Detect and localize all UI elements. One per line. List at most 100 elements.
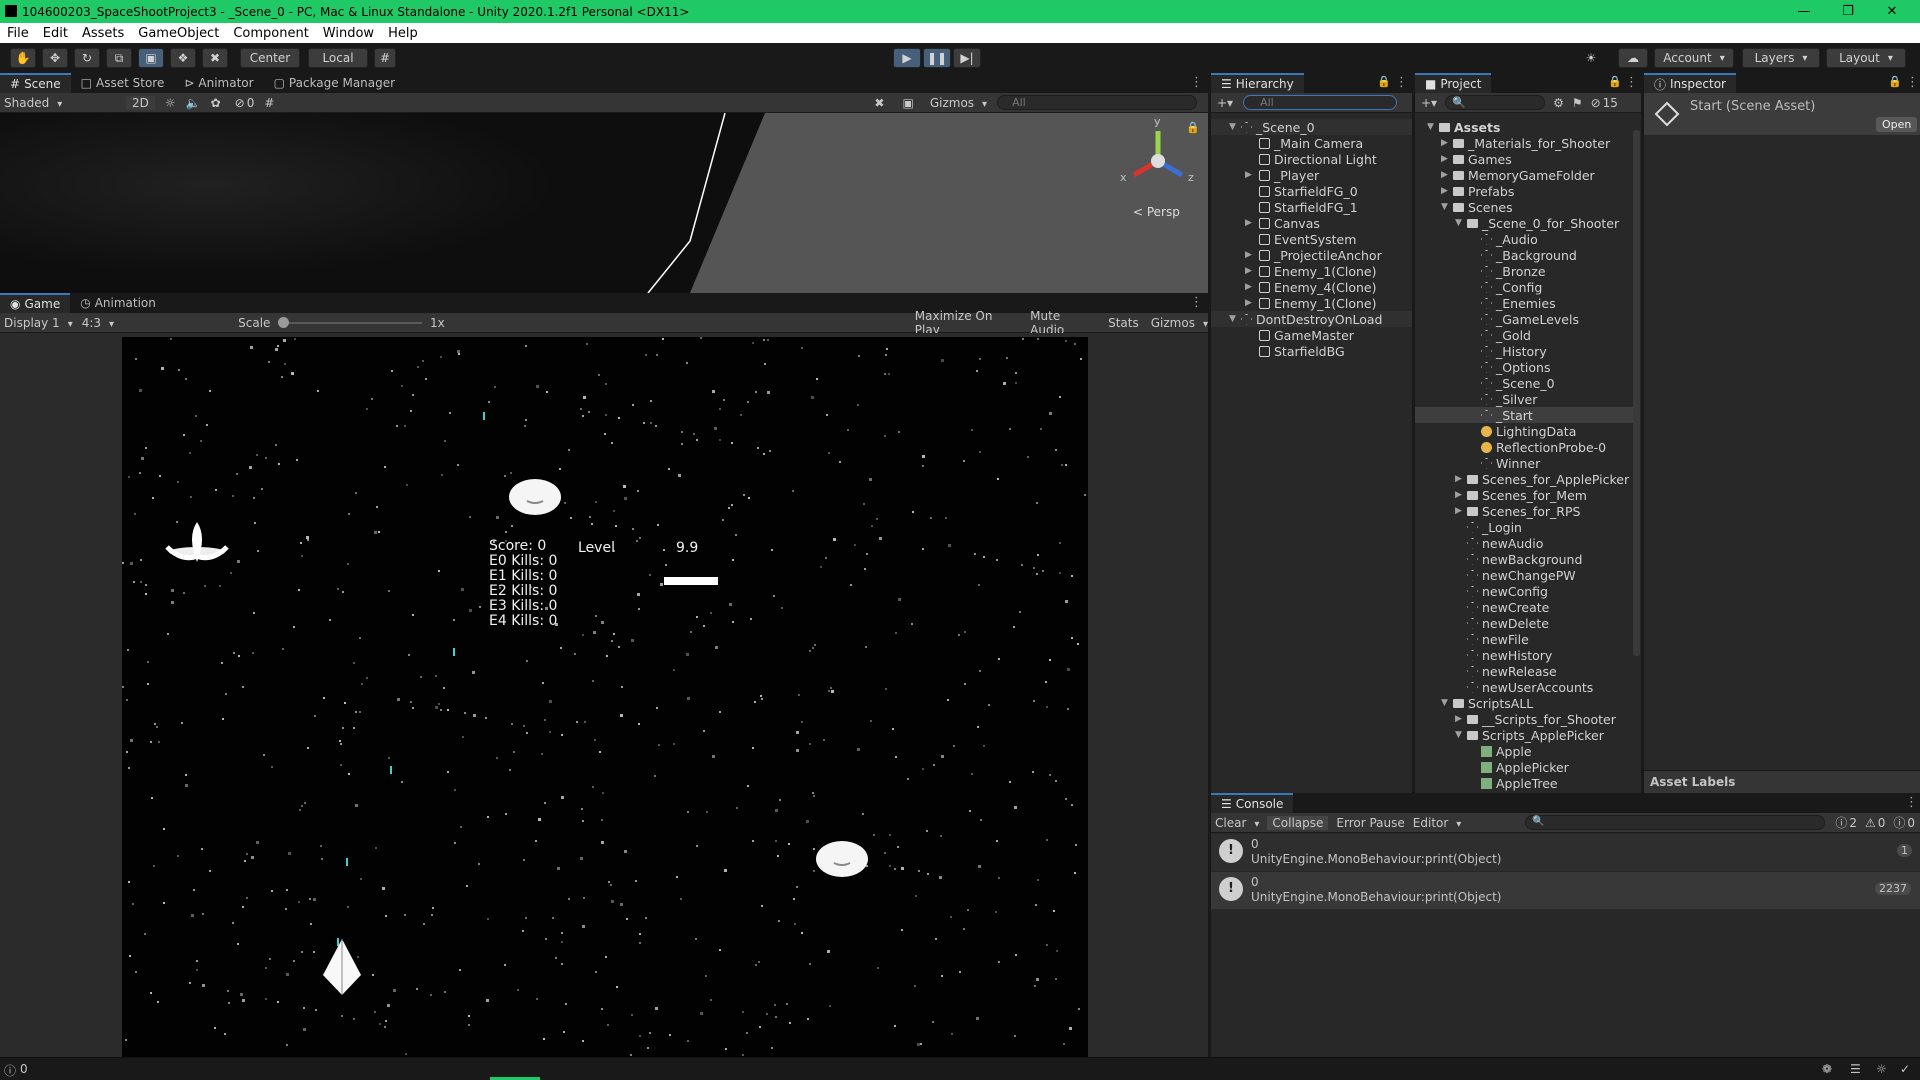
game-menu-icon[interactable]: ⋮ — [1190, 295, 1203, 310]
grid-toggle-icon[interactable]: # — [264, 96, 274, 110]
project-item[interactable]: _Start — [1415, 407, 1633, 423]
scale-slider-thumb[interactable] — [278, 316, 290, 328]
project-item[interactable]: ▶ Scenes_for_Mem — [1455, 487, 1587, 503]
hidden-objects-icon[interactable]: ⊘ — [235, 96, 245, 110]
rect-tool-icon[interactable]: ▣ — [138, 48, 164, 68]
project-item[interactable]: _Background — [1481, 247, 1577, 263]
hierarchy-search-input[interactable]: All — [1243, 95, 1398, 110]
expanded-arrow-icon[interactable]: ▼ — [1229, 314, 1236, 324]
2d-toggle[interactable]: 2D — [126, 95, 155, 110]
game-gizmos-dropdown[interactable]: Gizmos — [1151, 316, 1208, 330]
camera-icon[interactable]: ▣ — [902, 96, 913, 110]
project-item[interactable]: ▶ Prefabs — [1441, 183, 1514, 199]
hierarchy-item[interactable]: ▶ Enemy_1(Clone) — [1245, 263, 1377, 279]
display-dropdown[interactable]: Display 1 — [4, 316, 78, 330]
expanded-arrow-icon[interactable]: ▼ — [1455, 218, 1462, 228]
project-menu-icon[interactable]: ⋮ — [1625, 75, 1638, 90]
hierarchy-lock-icon[interactable]: 🔒 — [1377, 75, 1391, 88]
error-pause-toggle[interactable]: Error Pause — [1336, 816, 1404, 830]
project-item[interactable]: ▶ _Materials_for_Shooter — [1441, 135, 1610, 151]
collapsed-arrow-icon[interactable]: ▶ — [1245, 218, 1252, 228]
hierarchy-menu-icon[interactable]: ⋮ — [1395, 75, 1408, 90]
tab-animator[interactable]: ⊳ Animator — [174, 73, 263, 93]
inspector-menu-icon[interactable]: ⋮ — [1906, 75, 1919, 90]
tab-package-manager[interactable]: ▢ Package Manager — [264, 73, 406, 93]
project-item[interactable]: _Audio — [1481, 231, 1538, 247]
step-button[interactable]: ▶| — [953, 48, 981, 68]
collapsed-arrow-icon[interactable]: ▶ — [1245, 170, 1252, 180]
collapsed-arrow-icon[interactable]: ▶ — [1455, 490, 1462, 500]
stats-toggle[interactable]: Stats — [1108, 316, 1139, 330]
project-item[interactable]: ▼ Scenes — [1441, 199, 1513, 215]
project-item[interactable]: ▼ ScriptsALL — [1441, 695, 1533, 711]
hierarchy-add-button[interactable]: +▾ — [1217, 96, 1233, 110]
hierarchy-item[interactable]: StarfieldBG — [1259, 343, 1345, 359]
menu-edit[interactable]: Edit — [36, 26, 75, 41]
tools-icon[interactable]: ✖ — [874, 96, 884, 110]
console-menu-icon[interactable]: ⋮ — [1905, 795, 1918, 810]
expanded-arrow-icon[interactable]: ▼ — [1441, 202, 1448, 212]
project-item[interactable]: newChangePW — [1467, 567, 1576, 583]
project-item[interactable]: newBackground — [1467, 551, 1582, 567]
persp-toggle[interactable]: < Persp — [1133, 205, 1180, 219]
project-item[interactable]: ▼ Assets — [1427, 119, 1500, 135]
pause-button[interactable]: ❚❚ — [923, 48, 951, 68]
info-count-icon[interactable]: ⓘ — [1835, 814, 1847, 831]
collab-icon[interactable]: ☀ — [1578, 48, 1604, 68]
minimize-icon[interactable]: — — [1782, 0, 1826, 23]
account-dropdown[interactable]: Account — [1654, 48, 1734, 68]
tab-inspector[interactable]: ⓘ Inspector — [1644, 73, 1736, 93]
lock-icon[interactable]: 🔒 — [1186, 121, 1200, 134]
project-item[interactable]: newRelease — [1467, 663, 1557, 679]
snap-icon[interactable]: # — [374, 48, 396, 68]
tab-asset-store[interactable]: □ Asset Store — [71, 73, 175, 93]
check-icon[interactable]: ✓ — [1900, 1062, 1910, 1076]
scene-gizmo-axes[interactable]: y x z — [1120, 115, 1194, 184]
menu-help[interactable]: Help — [381, 26, 425, 41]
project-item[interactable]: _Gold — [1481, 327, 1531, 343]
audio-toggle-icon[interactable]: 🔈 — [186, 96, 201, 110]
collapsed-arrow-icon[interactable]: ▶ — [1441, 170, 1448, 180]
rotate-tool-icon[interactable]: ↻ — [74, 48, 100, 68]
project-item[interactable]: _Enemies — [1481, 295, 1556, 311]
hierarchy-item[interactable]: ▶ _Player — [1245, 167, 1319, 183]
project-item[interactable]: ▼ Scripts_ApplePicker — [1455, 727, 1604, 743]
tab-console[interactable]: ☰ Console — [1211, 793, 1294, 813]
console-search-input[interactable]: 🔍 — [1525, 815, 1826, 830]
project-item[interactable]: newHistory — [1467, 647, 1552, 663]
tab-game[interactable]: ◉ Game — [0, 293, 71, 313]
project-scrollbar[interactable] — [1633, 130, 1640, 656]
error-count-icon[interactable]: ⓘ — [1893, 814, 1905, 831]
expanded-arrow-icon[interactable]: ▼ — [1441, 698, 1448, 708]
project-lock-icon[interactable]: 🔒 — [1608, 75, 1622, 88]
project-item[interactable]: ▶ __Scripts_for_Shooter — [1455, 711, 1616, 727]
warning-count-icon[interactable]: ⚠ — [1865, 816, 1876, 830]
menu-file[interactable]: File — [0, 26, 36, 41]
lighting-status-icon[interactable]: ☼ — [1876, 1062, 1887, 1076]
hidden-packages-icon[interactable]: ⊘ — [1591, 96, 1601, 110]
open-button[interactable]: Open — [1876, 117, 1918, 132]
project-item[interactable]: _GameLevels — [1481, 311, 1579, 327]
project-item[interactable]: Winner — [1481, 455, 1540, 471]
menu-assets[interactable]: Assets — [75, 26, 131, 41]
clear-button[interactable]: Clear — [1215, 816, 1259, 830]
console-log-entry[interactable]: ! 0 UnityEngine.MonoBehaviour:print(Obje… — [1211, 872, 1920, 909]
tab-project[interactable]: ■ Project — [1415, 73, 1492, 93]
collapsed-arrow-icon[interactable]: ▶ — [1245, 266, 1252, 276]
editor-dropdown[interactable]: Editor — [1413, 816, 1462, 830]
project-item[interactable]: AppleTree — [1481, 775, 1558, 791]
expanded-arrow-icon[interactable]: ▼ — [1229, 122, 1236, 132]
project-item[interactable]: newConfig — [1467, 583, 1548, 599]
collapsed-arrow-icon[interactable]: ▶ — [1245, 282, 1252, 292]
hierarchy-item[interactable]: ▶ _ProjectileAnchor — [1245, 247, 1382, 263]
bug-icon[interactable]: ❁ — [1822, 1062, 1832, 1076]
project-item[interactable]: ▼ _Scene_0_for_Shooter — [1455, 215, 1619, 231]
menu-gameobject[interactable]: GameObject — [131, 26, 226, 41]
project-add-button[interactable]: +▾ — [1421, 96, 1437, 110]
console-log-entry[interactable]: ! 0 UnityEngine.MonoBehaviour:print(Obje… — [1211, 834, 1920, 871]
custom-tool-icon[interactable]: ✖ — [202, 48, 228, 68]
layout-dropdown[interactable]: Layout — [1826, 48, 1906, 68]
lighting-toggle-icon[interactable]: ☼ — [165, 96, 176, 110]
project-item[interactable]: ▶ MemoryGameFolder — [1441, 167, 1595, 183]
scale-slider[interactable] — [278, 316, 423, 328]
